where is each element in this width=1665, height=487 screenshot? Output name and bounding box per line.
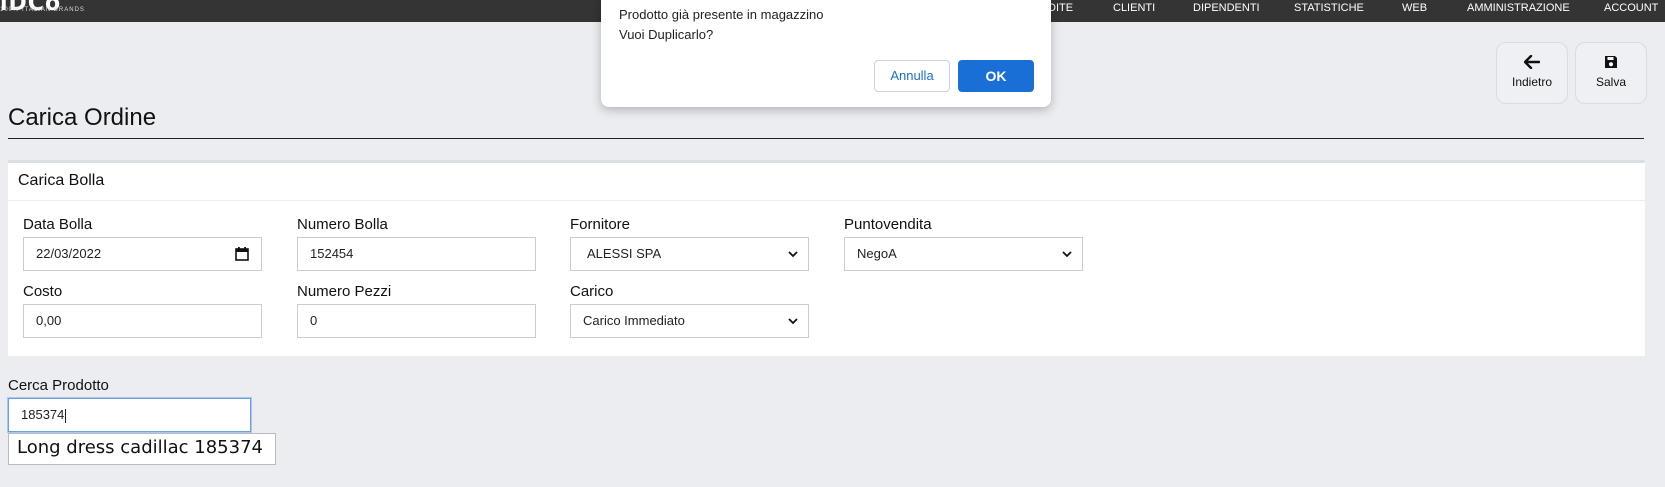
page-title: Carica Ordine — [8, 104, 157, 131]
nav-item-account[interactable]: ACCOUNT — [1604, 2, 1658, 14]
puntovendita-label: Puntovendita — [844, 216, 932, 233]
nav-item-dipendenti[interactable]: DIPENDENTI — [1193, 2, 1260, 14]
arrow-left-icon — [1524, 55, 1540, 69]
fornitore-select[interactable]: ALESSI SPA — [570, 237, 809, 271]
chevron-down-icon — [1062, 251, 1072, 258]
numero-pezzi-value: 0 — [310, 313, 318, 328]
search-suggestion-item[interactable]: Long dress cadillac 185374 — [8, 433, 276, 465]
nav-item-web[interactable]: WEB — [1402, 2, 1427, 14]
search-label: Cerca Prodotto — [8, 377, 109, 394]
puntovendita-select[interactable]: NegoA — [844, 237, 1083, 271]
carica-bolla-card: Carica Bolla Data Bolla 22/03/2022 Numer… — [8, 160, 1645, 356]
chevron-down-icon — [788, 251, 798, 258]
numero-bolla-value: 152454 — [310, 246, 354, 261]
text-caret — [65, 408, 67, 423]
costo-label: Costo — [23, 283, 63, 300]
ok-button[interactable]: OK — [958, 60, 1034, 92]
costo-value: 0,00 — [36, 313, 62, 328]
chevron-down-icon — [788, 318, 798, 325]
search-value: 185374 — [21, 407, 65, 422]
costo-input[interactable]: 0,00 — [23, 304, 262, 338]
carico-value: Carico Immediato — [583, 313, 685, 328]
dialog-message-line1: Prodotto già presente in magazzino — [619, 7, 824, 22]
back-button[interactable]: Indietro — [1496, 42, 1568, 104]
carico-select[interactable]: Carico Immediato — [570, 304, 809, 338]
brand-tagline: 100% ITALIAN BRANDS — [0, 7, 85, 13]
numero-bolla-input[interactable]: 152454 — [297, 237, 536, 271]
fornitore-label: Fornitore — [570, 216, 631, 233]
cancel-button[interactable]: Annulla — [874, 60, 950, 92]
nav-item-vendite[interactable]: DITE — [1048, 2, 1073, 14]
save-button[interactable]: Salva — [1575, 42, 1647, 104]
data-bolla-input[interactable]: 22/03/2022 — [23, 237, 262, 271]
floppy-disk-icon — [1605, 56, 1617, 68]
carico-label: Carico — [570, 283, 614, 300]
numero-bolla-label: Numero Bolla — [297, 216, 388, 233]
calendar-icon[interactable] — [235, 246, 249, 261]
puntovendita-value: NegoA — [857, 246, 897, 261]
dialog-message-line2: Vuoi Duplicarlo? — [619, 27, 714, 42]
data-bolla-value: 22/03/2022 — [36, 246, 102, 261]
data-bolla-label: Data Bolla — [23, 216, 93, 233]
nav-item-clienti[interactable]: CLIENTI — [1113, 2, 1155, 14]
title-divider — [8, 138, 1644, 139]
numero-pezzi-label: Numero Pezzi — [297, 283, 392, 300]
save-button-label: Salva — [1595, 75, 1627, 89]
confirm-dialog: Prodotto già presente in magazzino Vuoi … — [601, 0, 1051, 107]
back-button-label: Indietro — [1511, 75, 1553, 89]
nav-item-amministrazione[interactable]: AMMINISTRAZIONE — [1467, 2, 1570, 14]
search-input[interactable]: 185374 — [8, 398, 251, 432]
nav-item-statistiche[interactable]: STATISTICHE — [1294, 2, 1364, 14]
card-title: Carica Bolla — [8, 163, 1645, 201]
fornitore-value: ALESSI SPA — [587, 246, 662, 261]
numero-pezzi-input[interactable]: 0 — [297, 304, 536, 338]
